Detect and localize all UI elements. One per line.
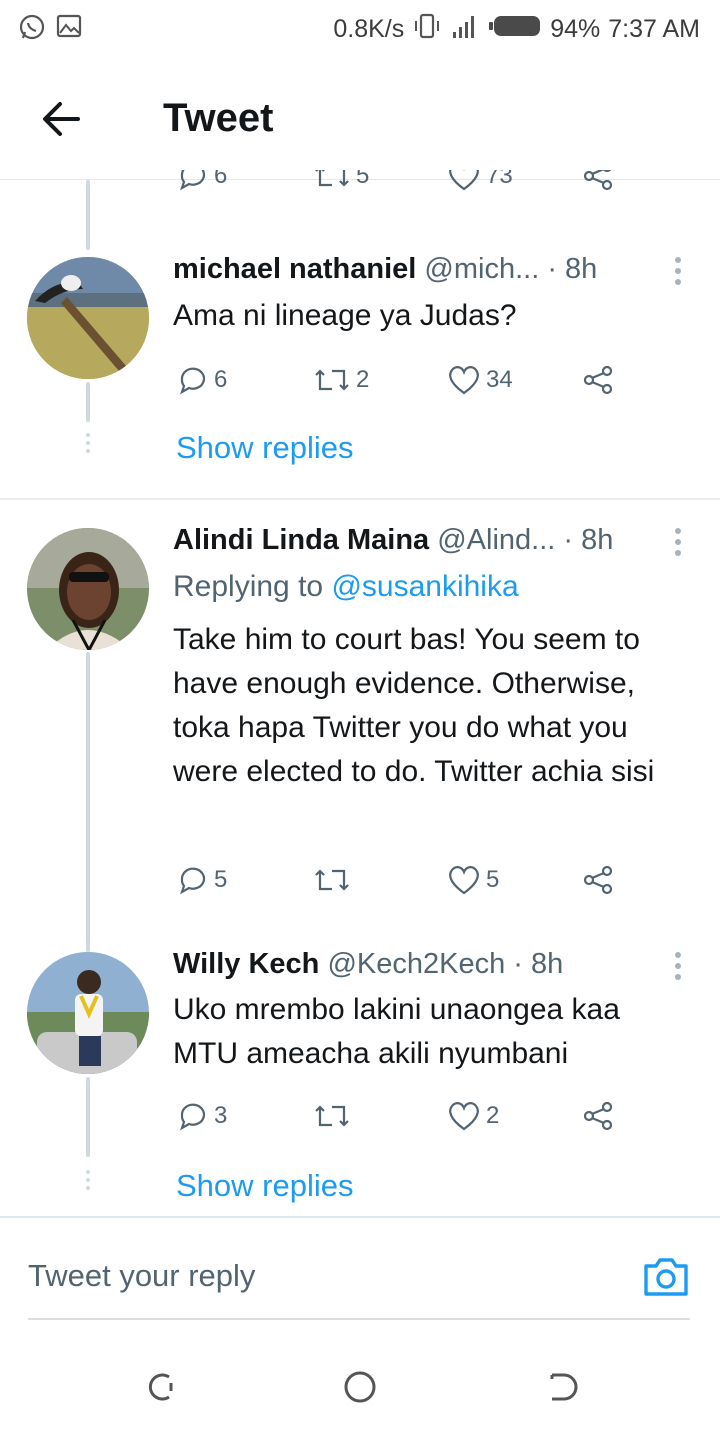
reply-input[interactable]: Tweet your reply bbox=[28, 1258, 255, 1294]
like-button[interactable]: 34 bbox=[446, 360, 513, 400]
whatsapp-icon bbox=[18, 13, 46, 48]
retweet-icon bbox=[315, 369, 349, 391]
retweet-icon bbox=[315, 869, 349, 891]
share-icon bbox=[583, 365, 613, 395]
tweet-header: Alindi Linda Maina @Alind... · 8h bbox=[173, 524, 650, 557]
system-nav-bar bbox=[0, 1322, 720, 1440]
vibrate-icon bbox=[412, 12, 442, 47]
reply-button[interactable]: 6 bbox=[176, 170, 227, 196]
reply-button[interactable]: 3 bbox=[176, 1096, 227, 1136]
more-icon[interactable] bbox=[672, 257, 684, 291]
top-app-bar: Tweet bbox=[0, 56, 720, 180]
camera-button[interactable] bbox=[642, 1254, 690, 1298]
like-count: 5 bbox=[486, 866, 500, 893]
status-bar: 0.8K/s 94% 7:37 AM bbox=[0, 0, 720, 56]
tweet-header: Willy Kech @Kech2Kech · 8h bbox=[173, 948, 650, 981]
thread-line bbox=[86, 1077, 90, 1157]
thread-line bbox=[86, 652, 90, 952]
share-button[interactable] bbox=[580, 1096, 616, 1136]
like-button[interactable]: 2 bbox=[446, 1096, 499, 1136]
mention-link[interactable]: @susankihika bbox=[331, 570, 518, 603]
share-button[interactable] bbox=[580, 360, 616, 400]
like-count: 2 bbox=[486, 1102, 500, 1129]
retweet-button[interactable] bbox=[312, 860, 356, 900]
reply-count: 3 bbox=[214, 1102, 228, 1129]
display-name[interactable]: Alindi Linda Maina bbox=[173, 524, 429, 556]
share-button[interactable] bbox=[580, 170, 616, 196]
timestamp: · 8h bbox=[563, 524, 614, 556]
battery-level: 94% bbox=[550, 15, 601, 43]
back-button[interactable] bbox=[38, 96, 88, 142]
like-button[interactable]: 5 bbox=[446, 860, 499, 900]
retweet-count: 2 bbox=[356, 366, 370, 393]
retweet-button[interactable]: 5 bbox=[312, 170, 369, 196]
avatar[interactable] bbox=[27, 952, 149, 1074]
avatar[interactable] bbox=[27, 528, 149, 650]
tweet-header: michael nathaniel @mich... · 8h bbox=[173, 253, 650, 286]
more-icon[interactable] bbox=[672, 528, 684, 562]
show-replies-link[interactable]: Show replies bbox=[176, 1168, 353, 1204]
reply-icon bbox=[180, 367, 206, 395]
recents-button[interactable] bbox=[141, 1367, 181, 1407]
tweet-text: Ama ni lineage ya Judas? bbox=[173, 299, 517, 332]
timestamp: · 8h bbox=[513, 948, 564, 980]
thread-line bbox=[86, 180, 90, 250]
clock: 7:37 AM bbox=[608, 15, 700, 43]
user-handle: @Alind... bbox=[437, 524, 556, 556]
reply-count: 6 bbox=[214, 366, 228, 393]
display-name[interactable]: michael nathaniel bbox=[173, 253, 416, 285]
reply-composer: Tweet your reply bbox=[0, 1216, 720, 1320]
like-icon bbox=[449, 366, 479, 395]
user-handle: @mich... bbox=[424, 253, 540, 285]
network-speed: 0.8K/s bbox=[333, 15, 405, 43]
divider bbox=[0, 498, 720, 500]
retweet-button[interactable]: 2 bbox=[312, 360, 369, 400]
timestamp: · 8h bbox=[547, 253, 598, 285]
like-count: 34 bbox=[486, 366, 513, 393]
previous-tweet-actions: 6 5 73 bbox=[0, 170, 720, 200]
back-nav-icon bbox=[550, 1373, 578, 1401]
page-title: Tweet bbox=[163, 96, 274, 140]
share-icon bbox=[583, 865, 613, 895]
tweet-actions: 6 2 34 bbox=[173, 360, 633, 400]
thread-dots bbox=[86, 1170, 90, 1194]
tweet-text: Uko mrembo lakini unaongea kaa MTU ameac… bbox=[173, 993, 620, 1070]
tweet-actions: 3 2 bbox=[173, 1096, 633, 1136]
gallery-icon bbox=[56, 13, 82, 48]
home-icon bbox=[344, 1371, 376, 1403]
display-name[interactable]: Willy Kech bbox=[173, 948, 319, 980]
home-button[interactable] bbox=[340, 1367, 380, 1407]
tweet-text: Take him to court bas! You seem to have … bbox=[173, 623, 655, 788]
share-icon bbox=[583, 1101, 613, 1131]
battery-icon bbox=[488, 12, 542, 47]
like-icon bbox=[449, 866, 479, 895]
user-handle: @Kech2Kech bbox=[327, 948, 506, 980]
retweet-button[interactable] bbox=[312, 1096, 356, 1136]
retweet-icon bbox=[315, 1105, 349, 1127]
share-button[interactable] bbox=[580, 860, 616, 900]
thread-dots bbox=[86, 433, 90, 457]
camera-icon bbox=[644, 1258, 688, 1296]
reply-button[interactable]: 6 bbox=[176, 360, 227, 400]
back-arrow-icon bbox=[43, 102, 80, 136]
avatar[interactable] bbox=[27, 257, 149, 379]
more-icon[interactable] bbox=[672, 952, 684, 986]
like-icon bbox=[449, 1102, 479, 1131]
reply-icon bbox=[180, 1103, 206, 1131]
recents-icon bbox=[148, 1373, 173, 1401]
reply-count: 5 bbox=[214, 866, 228, 893]
replying-to: Replying to @susankihika bbox=[173, 570, 519, 603]
input-underline bbox=[28, 1318, 690, 1320]
reply-icon bbox=[180, 867, 206, 895]
signal-icon bbox=[450, 12, 480, 47]
tweet-actions: 5 5 bbox=[173, 860, 633, 900]
like-button[interactable]: 73 bbox=[446, 170, 513, 196]
thread-line bbox=[86, 382, 90, 422]
back-nav-button[interactable] bbox=[544, 1367, 584, 1407]
show-replies-link[interactable]: Show replies bbox=[176, 430, 353, 466]
reply-button[interactable]: 5 bbox=[176, 860, 227, 900]
